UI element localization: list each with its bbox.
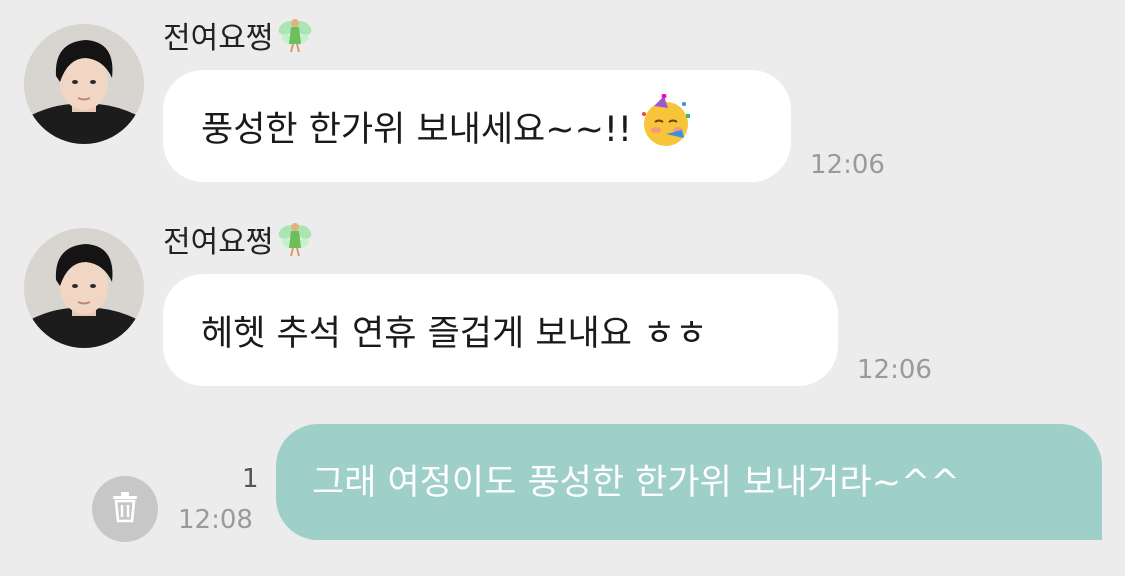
avatar[interactable] bbox=[24, 228, 144, 348]
sender-name-text: 전여요쩡 bbox=[163, 225, 274, 260]
sender-name: 전여요쩡 bbox=[163, 218, 315, 267]
unread-count: 1 bbox=[242, 464, 259, 494]
message-text: 그래 여정이도 풍성한 한가위 보내거라~^^ bbox=[312, 463, 960, 503]
message-text: 풍성한 한가위 보내세요~~!! bbox=[201, 109, 632, 150]
message-bubble[interactable]: 헤헷 추석 연휴 즐겁게 보내요 ㅎㅎ bbox=[163, 274, 838, 386]
fairy-icon bbox=[275, 218, 315, 267]
message-text: 헤헷 추석 연휴 즐겁게 보내요 ㅎㅎ bbox=[201, 313, 708, 354]
message-bubble[interactable]: 풍성한 한가위 보내세요~~!! bbox=[163, 70, 791, 182]
my-message-bubble[interactable]: 그래 여정이도 풍성한 한가위 보내거라~^^ bbox=[276, 424, 1102, 540]
sender-name: 전여요쩡 bbox=[163, 14, 315, 63]
message-time: 12:06 bbox=[810, 150, 885, 180]
delete-button[interactable] bbox=[92, 476, 158, 542]
partying-face-icon bbox=[638, 93, 694, 159]
message-time: 12:06 bbox=[857, 355, 932, 385]
message-time: 12:08 bbox=[178, 505, 253, 535]
avatar[interactable] bbox=[24, 24, 144, 144]
trash-icon bbox=[108, 490, 142, 528]
fairy-icon bbox=[275, 14, 315, 63]
sender-name-text: 전여요쩡 bbox=[163, 21, 274, 56]
